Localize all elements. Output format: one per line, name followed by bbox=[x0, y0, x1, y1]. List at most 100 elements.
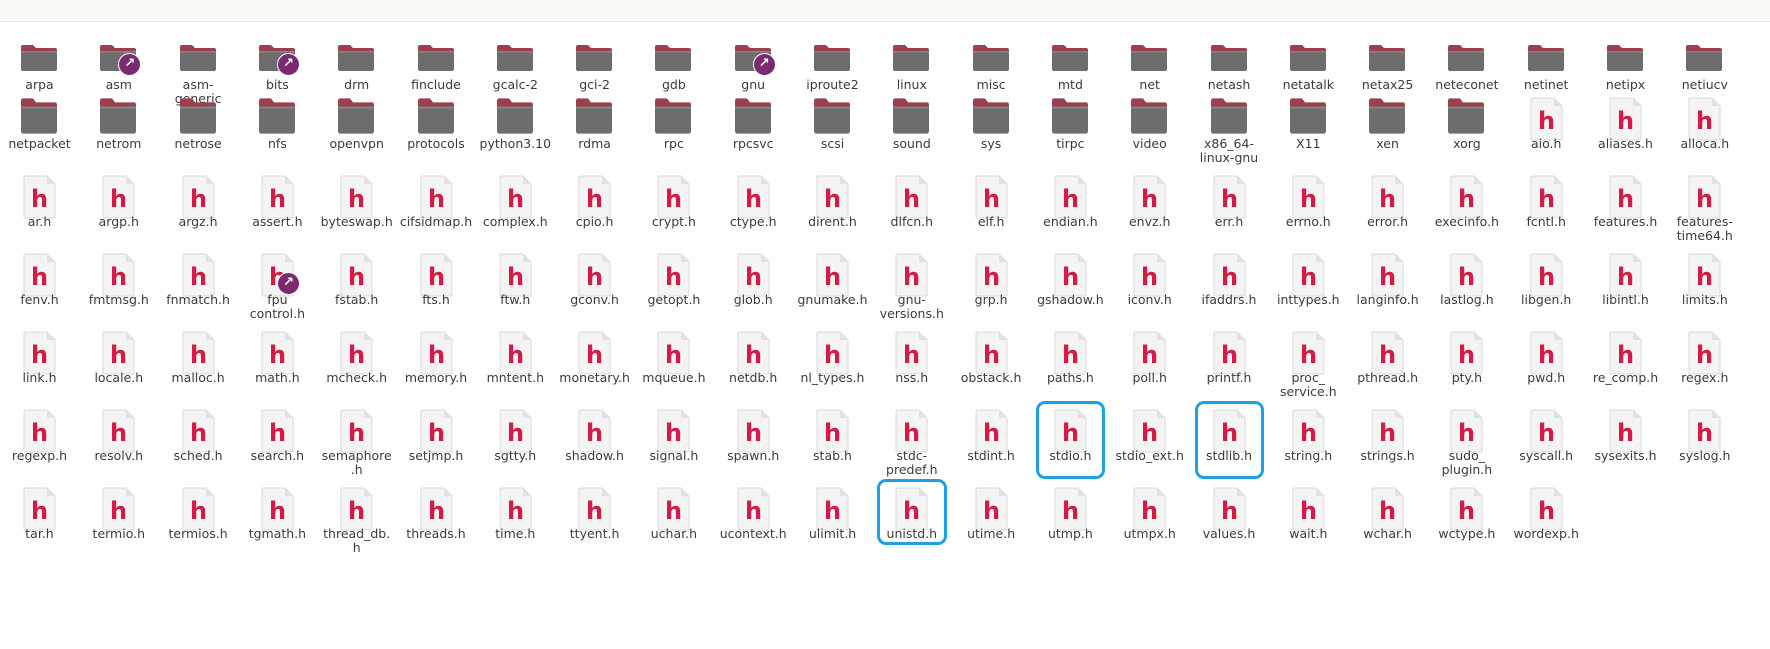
file-semaphore-h[interactable]: h semaphore .h bbox=[317, 409, 396, 497]
file-err-h[interactable]: h err.h bbox=[1190, 175, 1269, 263]
file-fnmatch-h[interactable]: h fnmatch.h bbox=[159, 253, 238, 341]
file-pty-h[interactable]: h pty.h bbox=[1427, 331, 1506, 419]
file-termios-h[interactable]: h termios.h bbox=[159, 487, 238, 575]
file-fcntl-h[interactable]: h fcntl.h bbox=[1507, 175, 1586, 263]
file-errno-h[interactable]: h errno.h bbox=[1269, 175, 1348, 263]
file-elf-h[interactable]: h elf.h bbox=[952, 175, 1031, 263]
file-ulimit-h[interactable]: h ulimit.h bbox=[793, 487, 872, 575]
file-mcheck-h[interactable]: h mcheck.h bbox=[317, 331, 396, 419]
file-dlfcn-h[interactable]: h dlfcn.h bbox=[872, 175, 951, 263]
file-complex-h[interactable]: h complex.h bbox=[476, 175, 555, 263]
file-fpucontrol-h[interactable]: h ↗ fpu control.h bbox=[238, 253, 317, 341]
file-sysexits-h[interactable]: h sysexits.h bbox=[1586, 409, 1665, 497]
file-sched-h[interactable]: h sched.h bbox=[159, 409, 238, 497]
file-locale-h[interactable]: h locale.h bbox=[79, 331, 158, 419]
file-signal-h[interactable]: h signal.h bbox=[634, 409, 713, 497]
file-utime-h[interactable]: h utime.h bbox=[952, 487, 1031, 575]
file-argz-h[interactable]: h argz.h bbox=[159, 175, 238, 263]
file-thread-db-h[interactable]: h thread_db. h bbox=[317, 487, 396, 575]
file-ar-h[interactable]: h ar.h bbox=[0, 175, 79, 263]
file-stdlib-h[interactable]: h stdlib.h bbox=[1190, 409, 1269, 497]
file-tgmath-h[interactable]: h tgmath.h bbox=[238, 487, 317, 575]
folder-sound[interactable]: sound bbox=[872, 97, 951, 185]
file-crypt-h[interactable]: h crypt.h bbox=[634, 175, 713, 263]
file-shadow-h[interactable]: h shadow.h bbox=[555, 409, 634, 497]
file-search-h[interactable]: h search.h bbox=[238, 409, 317, 497]
file-memory-h[interactable]: h memory.h bbox=[397, 331, 476, 419]
folder-rpc[interactable]: rpc bbox=[634, 97, 713, 185]
file-dirent-h[interactable]: h dirent.h bbox=[793, 175, 872, 263]
file-mntent-h[interactable]: h mntent.h bbox=[476, 331, 555, 419]
file-cpio-h[interactable]: h cpio.h bbox=[555, 175, 634, 263]
folder-netrom[interactable]: netrom bbox=[79, 97, 158, 185]
folder-xen[interactable]: xen bbox=[1348, 97, 1427, 185]
file-wchar-h[interactable]: h wchar.h bbox=[1348, 487, 1427, 575]
folder-nfs[interactable]: nfs bbox=[238, 97, 317, 185]
file-tar-h[interactable]: h tar.h bbox=[0, 487, 79, 575]
file-ucontext-h[interactable]: h ucontext.h bbox=[714, 487, 793, 575]
file-time-h[interactable]: h time.h bbox=[476, 487, 555, 575]
file-execinfo-h[interactable]: h execinfo.h bbox=[1427, 175, 1506, 263]
file-nss-h[interactable]: h nss.h bbox=[872, 331, 951, 419]
folder-video[interactable]: video bbox=[1110, 97, 1189, 185]
file-wait-h[interactable]: h wait.h bbox=[1269, 487, 1348, 575]
folder-tirpc[interactable]: tirpc bbox=[1031, 97, 1110, 185]
file-malloc-h[interactable]: h malloc.h bbox=[159, 331, 238, 419]
file-resolv-h[interactable]: h resolv.h bbox=[79, 409, 158, 497]
file-features-time64-h[interactable]: h features- time64.h bbox=[1665, 175, 1744, 263]
file-cifsidmap-h[interactable]: h cifsidmap.h bbox=[397, 175, 476, 263]
file-ctype-h[interactable]: h ctype.h bbox=[714, 175, 793, 263]
folder-sys[interactable]: sys bbox=[952, 97, 1031, 185]
file-sudo-plugin-h[interactable]: h sudo_ plugin.h bbox=[1427, 409, 1506, 497]
file-glob-h[interactable]: h glob.h bbox=[714, 253, 793, 341]
file-setjmp-h[interactable]: h setjmp.h bbox=[397, 409, 476, 497]
file-stab-h[interactable]: h stab.h bbox=[793, 409, 872, 497]
file-stdio-h[interactable]: h stdio.h bbox=[1031, 409, 1110, 497]
file-envz-h[interactable]: h envz.h bbox=[1110, 175, 1189, 263]
file-aliases-h[interactable]: h aliases.h bbox=[1586, 97, 1665, 185]
file-limits-h[interactable]: h limits.h bbox=[1665, 253, 1744, 341]
file-aio-h[interactable]: h aio.h bbox=[1507, 97, 1586, 185]
file-values-h[interactable]: h values.h bbox=[1190, 487, 1269, 575]
file-mqueue-h[interactable]: h mqueue.h bbox=[634, 331, 713, 419]
file-gnumake-h[interactable]: h gnumake.h bbox=[793, 253, 872, 341]
file-getopt-h[interactable]: h getopt.h bbox=[634, 253, 713, 341]
file-regexp-h[interactable]: h regexp.h bbox=[0, 409, 79, 497]
folder-python3-10[interactable]: python3.10 bbox=[476, 97, 555, 185]
file-uchar-h[interactable]: h uchar.h bbox=[634, 487, 713, 575]
file-wordexp-h[interactable]: h wordexp.h bbox=[1507, 487, 1586, 575]
file-inttypes-h[interactable]: h inttypes.h bbox=[1269, 253, 1348, 341]
file-fenv-h[interactable]: h fenv.h bbox=[0, 253, 79, 341]
file-stdint-h[interactable]: h stdint.h bbox=[952, 409, 1031, 497]
file-string-h[interactable]: h string.h bbox=[1269, 409, 1348, 497]
file-threads-h[interactable]: h threads.h bbox=[397, 487, 476, 575]
folder-rdma[interactable]: rdma bbox=[555, 97, 634, 185]
file-link-h[interactable]: h link.h bbox=[0, 331, 79, 419]
file-sgtty-h[interactable]: h sgtty.h bbox=[476, 409, 555, 497]
folder-x11[interactable]: X11 bbox=[1269, 97, 1348, 185]
file-alloca-h[interactable]: h alloca.h bbox=[1665, 97, 1744, 185]
file-netdb-h[interactable]: h netdb.h bbox=[714, 331, 793, 419]
file-pthread-h[interactable]: h pthread.h bbox=[1348, 331, 1427, 419]
file-gnu-versions-h[interactable]: h gnu- versions.h bbox=[872, 253, 951, 341]
folder-netrose[interactable]: netrose bbox=[159, 97, 238, 185]
file-math-h[interactable]: h math.h bbox=[238, 331, 317, 419]
file-gshadow-h[interactable]: h gshadow.h bbox=[1031, 253, 1110, 341]
folder-xorg[interactable]: xorg bbox=[1427, 97, 1506, 185]
file-libgen-h[interactable]: h libgen.h bbox=[1507, 253, 1586, 341]
file-fts-h[interactable]: h fts.h bbox=[397, 253, 476, 341]
folder-netpacket[interactable]: netpacket bbox=[0, 97, 79, 185]
file-monetary-h[interactable]: h monetary.h bbox=[555, 331, 634, 419]
file-gconv-h[interactable]: h gconv.h bbox=[555, 253, 634, 341]
folder-protocols[interactable]: protocols bbox=[397, 97, 476, 185]
file-grp-h[interactable]: h grp.h bbox=[952, 253, 1031, 341]
file-argp-h[interactable]: h argp.h bbox=[79, 175, 158, 263]
folder-x86-64-linux-gnu[interactable]: x86_64- linux-gnu bbox=[1190, 97, 1269, 185]
file-endian-h[interactable]: h endian.h bbox=[1031, 175, 1110, 263]
file-byteswap-h[interactable]: h byteswap.h bbox=[317, 175, 396, 263]
file-fmtmsg-h[interactable]: h fmtmsg.h bbox=[79, 253, 158, 341]
file-proc-service-h[interactable]: h proc_ service.h bbox=[1269, 331, 1348, 419]
folder-openvpn[interactable]: openvpn bbox=[317, 97, 396, 185]
file-lastlog-h[interactable]: h lastlog.h bbox=[1427, 253, 1506, 341]
file-syslog-h[interactable]: h syslog.h bbox=[1665, 409, 1744, 497]
